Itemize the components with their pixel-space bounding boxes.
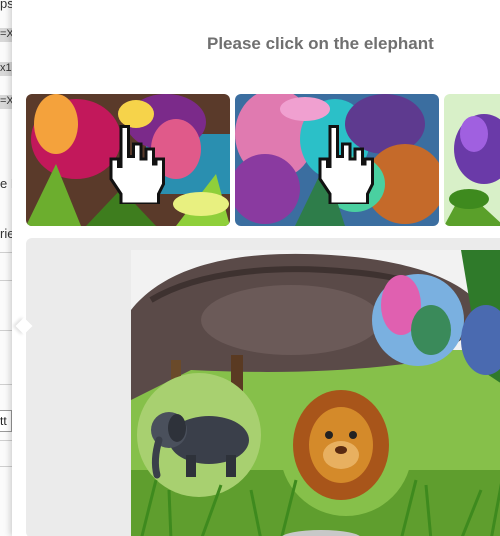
background-divider: [0, 252, 12, 253]
background-divider: [0, 466, 12, 467]
jungle-scene: [131, 250, 500, 536]
challenge-image[interactable]: [131, 250, 500, 536]
pointer-hand-icon: [318, 125, 374, 204]
background-text-fragment: e F: [0, 176, 12, 191]
example-tile-2[interactable]: [235, 94, 439, 226]
captcha-prompt: Please click on the elephant: [207, 34, 434, 53]
background-text-fragment: =X: [0, 95, 12, 107]
background-text-fragment: tt: [0, 414, 7, 428]
example-tile-3[interactable]: [444, 94, 500, 226]
challenge-area: [26, 238, 500, 536]
background-text-fragment: ps: [0, 0, 12, 11]
example-tile-3-image: [444, 94, 500, 226]
background-divider: [0, 330, 12, 331]
background-text-fragment: =X: [0, 28, 12, 40]
background-button[interactable]: tt: [0, 410, 12, 432]
background-text-fragment: rie: [0, 226, 12, 241]
captcha-popup: Please click on the elephant: [12, 0, 500, 536]
background-divider: [0, 384, 12, 385]
background-divider: [0, 280, 12, 281]
example-tile-1[interactable]: [26, 94, 230, 226]
background-divider: [0, 440, 12, 441]
background-text-fragment: x1: [0, 62, 12, 74]
pointer-hand-icon: [109, 125, 165, 204]
background-page: ps =X x1 =X e F rie tt: [0, 0, 12, 536]
lion-figure: [293, 390, 389, 500]
